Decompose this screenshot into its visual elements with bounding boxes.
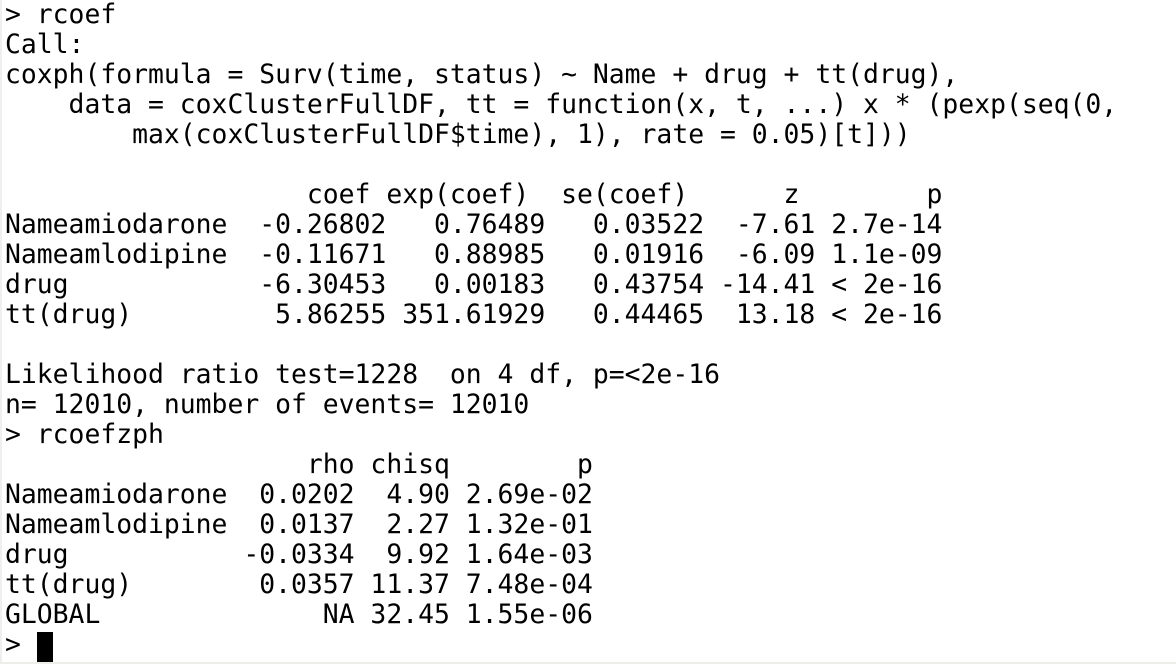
command-line-rcoefzph: > rcoefzph	[5, 419, 164, 450]
likelihood-ratio-line: Likelihood ratio test=1228 on 4 df, p=<2…	[5, 359, 720, 390]
input-prompt-line[interactable]: >	[5, 629, 1117, 662]
events-count-line: n= 12010, number of events= 12010	[5, 389, 530, 420]
call-line: data = coxClusterFullDF, tt = function(x…	[5, 89, 1118, 120]
zph-table-row: drug -0.0334 9.92 1.64e-03	[5, 539, 593, 570]
text-cursor[interactable]	[36, 632, 53, 662]
zph-table-row: Nameamiodarone 0.0202 4.90 2.69e-02	[5, 479, 593, 510]
zph-table-header: rho chisq p	[5, 449, 593, 480]
call-label: Call:	[5, 29, 85, 60]
coef-table-row: Nameamiodarone -0.26802 0.76489 0.03522 …	[5, 209, 943, 240]
console-output: > rcoef Call: coxph(formula = Surv(time,…	[5, 0, 1118, 662]
r-console[interactable]: > rcoef Call: coxph(formula = Surv(time,…	[0, 0, 1176, 662]
call-line: max(coxClusterFullDF$time), 1), rate = 0…	[5, 119, 911, 150]
prompt-symbol: >	[5, 629, 37, 660]
coef-table-row: Nameamlodipine -0.11671 0.88985 0.01916 …	[5, 239, 943, 270]
coef-table-row: tt(drug) 5.86255 351.61929 0.44465 13.18…	[5, 299, 943, 330]
zph-table-row: Nameamlodipine 0.0137 2.27 1.32e-01	[5, 509, 593, 540]
command-line-rcoef: > rcoef	[5, 0, 117, 30]
coef-table-header: coef exp(coef) se(coef) z p	[5, 179, 943, 210]
coef-table-row: drug -6.30453 0.00183 0.43754 -14.41 < 2…	[5, 269, 943, 300]
zph-table-row: GLOBAL NA 32.45 1.55e-06	[5, 599, 593, 630]
zph-table-row: tt(drug) 0.0357 11.37 7.48e-04	[5, 569, 593, 600]
call-line: coxph(formula = Surv(time, status) ~ Nam…	[5, 59, 959, 90]
